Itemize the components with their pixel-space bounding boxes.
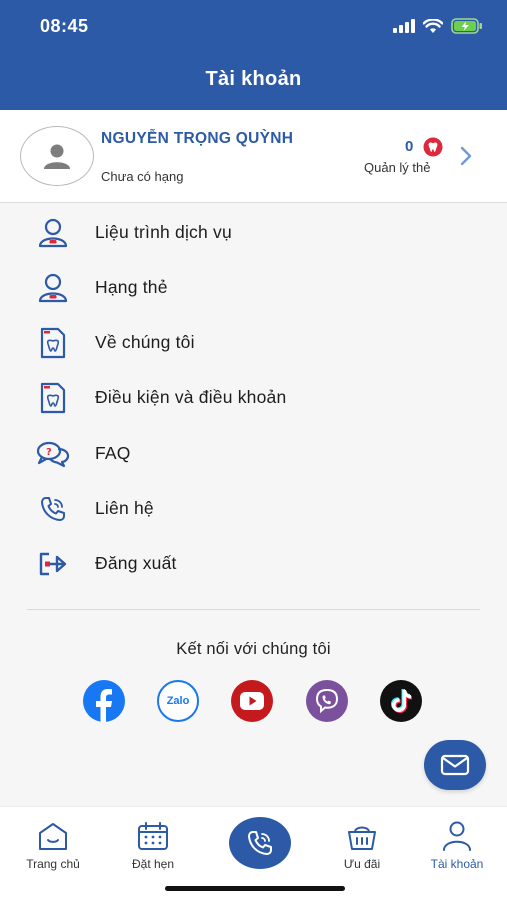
- signal-icon: [393, 19, 415, 33]
- home-indicator: [165, 886, 345, 891]
- nav-home-label: Trang chủ: [26, 857, 80, 871]
- status-icons: [393, 18, 483, 34]
- menu-item-rank[interactable]: Hạng thẻ: [0, 260, 507, 315]
- account-icon: [443, 821, 471, 851]
- zalo-icon[interactable]: Zalo: [157, 680, 199, 722]
- facebook-icon[interactable]: [83, 680, 125, 722]
- logout-icon: [36, 547, 70, 581]
- document-tooth-icon: [36, 326, 70, 360]
- mail-icon: [440, 754, 470, 776]
- menu-label-treatment: Liệu trình dịch vụ: [95, 222, 232, 242]
- connect-title: Kết nối với chúng tôi: [176, 640, 331, 658]
- card-count: 0: [405, 138, 414, 155]
- social-links: Zalo: [0, 680, 507, 722]
- status-bar: 08:45: [0, 0, 507, 54]
- faq-chat-icon: ?: [36, 437, 70, 471]
- user-rank-icon: [36, 271, 70, 305]
- menu-label-about: Về chúng tôi: [95, 332, 195, 352]
- status-time: 08:45: [40, 16, 89, 36]
- nav-booking-label: Đặt hẹn: [131, 857, 175, 871]
- user-name: NGUYỄN TRỌNG QUỲNH: [101, 130, 294, 147]
- menu-label-rank: Hạng thẻ: [95, 277, 168, 297]
- nav-offers[interactable]: Ưu đãi: [317, 821, 407, 871]
- nav-booking[interactable]: Đặt hẹn: [108, 821, 198, 871]
- phone-icon: [248, 831, 272, 855]
- app-header: 08:45 Tài khoản: [0, 0, 507, 110]
- chevron-right-icon[interactable]: [459, 146, 473, 166]
- card-manage-label[interactable]: Quản lý thẻ: [364, 160, 431, 175]
- menu-label-terms: Điều kiện và điều khoản: [95, 387, 287, 407]
- nav-account[interactable]: Tài khoản: [412, 821, 502, 871]
- section-divider: [27, 609, 480, 610]
- zalo-text: Zalo: [166, 695, 190, 707]
- viber-icon[interactable]: [306, 680, 348, 722]
- phone-icon: [36, 492, 70, 526]
- tiktok-icon[interactable]: [380, 680, 422, 722]
- gift-basket-icon: [348, 826, 376, 850]
- call-button[interactable]: [229, 817, 291, 869]
- document-tooth-icon: [36, 381, 70, 415]
- nav-account-label: Tài khoản: [430, 857, 484, 871]
- menu-item-treatment[interactable]: Liệu trình dịch vụ: [0, 205, 507, 260]
- mail-fab-button[interactable]: [424, 740, 486, 790]
- menu-item-logout[interactable]: Đăng xuất: [0, 536, 507, 591]
- user-treatment-icon: [36, 216, 70, 250]
- wifi-icon: [423, 18, 443, 33]
- menu-label-faq: FAQ: [95, 443, 131, 463]
- calendar-icon: [138, 822, 168, 850]
- youtube-icon[interactable]: [231, 680, 273, 722]
- tooth-badge-icon: [423, 137, 443, 157]
- menu-item-contact[interactable]: Liên hệ: [0, 481, 507, 536]
- nav-home[interactable]: Trang chủ: [8, 821, 98, 871]
- home-icon: [39, 823, 67, 850]
- svg-text:?: ?: [46, 447, 52, 458]
- user-placeholder-icon: [44, 144, 70, 169]
- nav-offers-label: Ưu đãi: [343, 857, 381, 871]
- menu-item-terms[interactable]: Điều kiện và điều khoản: [0, 370, 507, 425]
- user-rank: Chưa có hạng: [101, 169, 184, 184]
- menu-item-faq[interactable]: ? FAQ: [0, 426, 507, 481]
- menu-item-about[interactable]: Về chúng tôi: [0, 315, 507, 370]
- avatar[interactable]: [20, 126, 94, 186]
- battery-icon: [451, 18, 482, 34]
- page-title: Tài khoản: [205, 68, 302, 90]
- menu-label-contact: Liên hệ: [95, 498, 154, 518]
- profile-card[interactable]: NGUYỄN TRỌNG QUỲNH Chưa có hạng 0 Quản l…: [0, 110, 507, 203]
- menu-label-logout: Đăng xuất: [95, 553, 177, 573]
